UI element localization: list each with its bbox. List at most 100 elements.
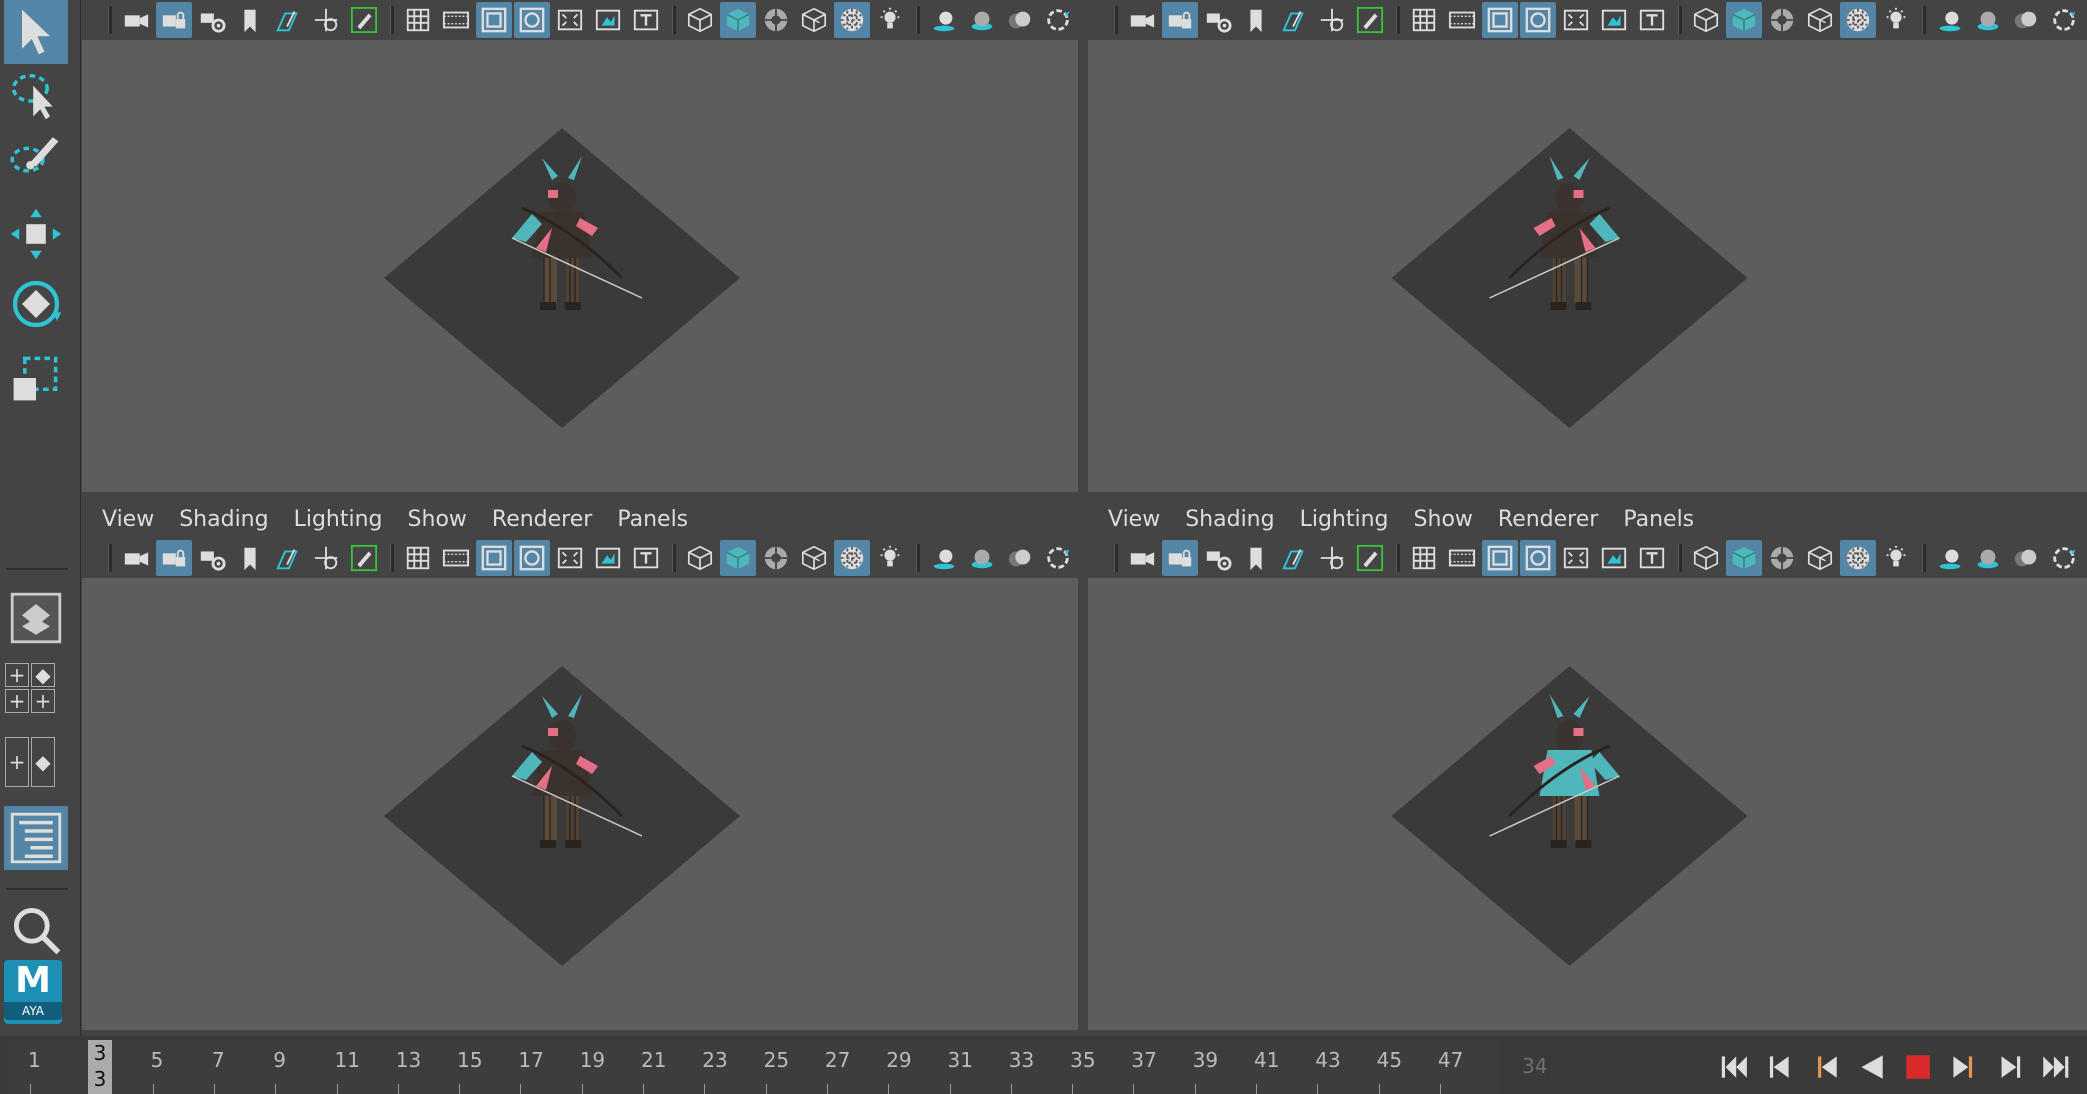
grease-pencil-button[interactable] xyxy=(346,540,382,576)
film-gate-button[interactable] xyxy=(438,2,474,38)
use-all-lights-button[interactable] xyxy=(1878,540,1914,576)
anti-aliasing-button[interactable] xyxy=(1040,540,1076,576)
panel-menu-lighting[interactable]: Lighting xyxy=(294,507,383,532)
lock-camera-button[interactable] xyxy=(1162,2,1198,38)
step-back-frame-button[interactable] xyxy=(1802,1044,1848,1088)
motion-blur-button[interactable] xyxy=(2008,2,2044,38)
smooth-shade-button[interactable] xyxy=(720,2,756,38)
film-gate-button[interactable] xyxy=(1444,540,1480,576)
stop-button[interactable] xyxy=(1894,1044,1940,1088)
grid-button[interactable] xyxy=(400,2,436,38)
wireframe-button[interactable] xyxy=(1688,2,1724,38)
panel-menu-renderer[interactable]: Renderer xyxy=(492,507,592,532)
viewport-canvas[interactable] xyxy=(82,40,1078,492)
resolution-gate-button[interactable] xyxy=(476,2,512,38)
gate-mask-button[interactable] xyxy=(514,540,550,576)
grid-button[interactable] xyxy=(400,540,436,576)
film-gate-button[interactable] xyxy=(438,540,474,576)
shadows-button[interactable] xyxy=(926,540,962,576)
rotate-tool-button[interactable] xyxy=(4,272,68,336)
anti-aliasing-button[interactable] xyxy=(1040,2,1076,38)
grease-pencil-button[interactable] xyxy=(1352,2,1388,38)
textured-button[interactable] xyxy=(834,2,870,38)
panel-menu-lighting[interactable]: Lighting xyxy=(1300,507,1389,532)
paint-select-button[interactable] xyxy=(4,122,68,186)
scale-tool-button[interactable] xyxy=(4,346,68,410)
wireframe-on-shaded-button[interactable] xyxy=(758,2,794,38)
panel-menu-view[interactable]: View xyxy=(102,507,154,532)
camera-button[interactable] xyxy=(118,540,154,576)
two-d-pan-button[interactable] xyxy=(1314,2,1350,38)
safe-action-button[interactable] xyxy=(590,540,626,576)
image-plane-button[interactable] xyxy=(1276,2,1312,38)
camera-attributes-button[interactable] xyxy=(194,2,230,38)
panel-menu-show[interactable]: Show xyxy=(1414,507,1473,532)
wireframe-button[interactable] xyxy=(1688,540,1724,576)
grid-button[interactable] xyxy=(1406,2,1442,38)
wireframe-on-shaded-button[interactable] xyxy=(758,540,794,576)
two-d-pan-button[interactable] xyxy=(1314,540,1350,576)
safe-action-button[interactable] xyxy=(590,2,626,38)
gate-mask-button[interactable] xyxy=(1520,540,1556,576)
lock-camera-button[interactable] xyxy=(156,2,192,38)
two-view-layout-button[interactable]: + ◆ xyxy=(4,736,60,788)
use-default-material-button[interactable] xyxy=(1802,540,1838,576)
outliner-layout-button[interactable] xyxy=(4,806,68,870)
panel-menu-view[interactable]: View xyxy=(1108,507,1160,532)
anti-aliasing-button[interactable] xyxy=(2046,540,2082,576)
panel-menu-renderer[interactable]: Renderer xyxy=(1498,507,1598,532)
time-ruler[interactable]: 1357911131517192123252729313335373941434… xyxy=(8,1040,1500,1094)
step-forward-frame-button[interactable] xyxy=(1940,1044,1986,1088)
safe-action-button[interactable] xyxy=(1596,2,1632,38)
resolution-gate-button[interactable] xyxy=(1482,540,1518,576)
bookmark-button[interactable] xyxy=(1238,540,1274,576)
textured-button[interactable] xyxy=(1840,540,1876,576)
anti-aliasing-button[interactable] xyxy=(2046,2,2082,38)
resolution-gate-button[interactable] xyxy=(1482,2,1518,38)
safe-action-button[interactable] xyxy=(1596,540,1632,576)
textured-button[interactable] xyxy=(834,540,870,576)
use-default-material-button[interactable] xyxy=(796,2,832,38)
textured-button[interactable] xyxy=(1840,2,1876,38)
motion-blur-button[interactable] xyxy=(1002,540,1038,576)
shadows-button[interactable] xyxy=(1932,2,1968,38)
panel-menu-panels[interactable]: Panels xyxy=(617,507,688,532)
move-tool-button[interactable] xyxy=(4,202,68,266)
field-chart-button[interactable] xyxy=(1558,540,1594,576)
single-perspective-layout-button[interactable] xyxy=(4,586,68,650)
screen-space-ao-button[interactable] xyxy=(1970,2,2006,38)
two-d-pan-button[interactable] xyxy=(308,2,344,38)
step-forward-key-button[interactable] xyxy=(1986,1044,2032,1088)
step-back-key-button[interactable] xyxy=(1756,1044,1802,1088)
wireframe-button[interactable] xyxy=(682,2,718,38)
use-all-lights-button[interactable] xyxy=(1878,2,1914,38)
resolution-gate-button[interactable] xyxy=(476,540,512,576)
gate-mask-button[interactable] xyxy=(514,2,550,38)
smooth-shade-button[interactable] xyxy=(720,540,756,576)
panel-menu-panels[interactable]: Panels xyxy=(1623,507,1694,532)
lock-camera-button[interactable] xyxy=(1162,540,1198,576)
current-time-field[interactable]: 34 xyxy=(1508,1044,1698,1088)
two-d-pan-button[interactable] xyxy=(308,540,344,576)
screen-space-ao-button[interactable] xyxy=(1970,540,2006,576)
viewport-canvas[interactable] xyxy=(1088,578,2087,1030)
safe-title-button[interactable] xyxy=(1634,540,1670,576)
safe-title-button[interactable] xyxy=(628,2,664,38)
field-chart-button[interactable] xyxy=(552,2,588,38)
camera-attributes-button[interactable] xyxy=(1200,2,1236,38)
camera-attributes-button[interactable] xyxy=(194,540,230,576)
motion-blur-button[interactable] xyxy=(2008,540,2044,576)
field-chart-button[interactable] xyxy=(1558,2,1594,38)
smooth-shade-button[interactable] xyxy=(1726,540,1762,576)
camera-attributes-button[interactable] xyxy=(1200,540,1236,576)
shadows-button[interactable] xyxy=(926,2,962,38)
go-to-end-button[interactable] xyxy=(2032,1044,2078,1088)
panel-menu-shading[interactable]: Shading xyxy=(179,507,268,532)
safe-title-button[interactable] xyxy=(628,540,664,576)
go-to-start-button[interactable] xyxy=(1710,1044,1756,1088)
play-backwards-button[interactable] xyxy=(1848,1044,1894,1088)
grease-pencil-button[interactable] xyxy=(346,2,382,38)
film-gate-button[interactable] xyxy=(1444,2,1480,38)
shadows-button[interactable] xyxy=(1932,540,1968,576)
image-plane-button[interactable] xyxy=(1276,540,1312,576)
